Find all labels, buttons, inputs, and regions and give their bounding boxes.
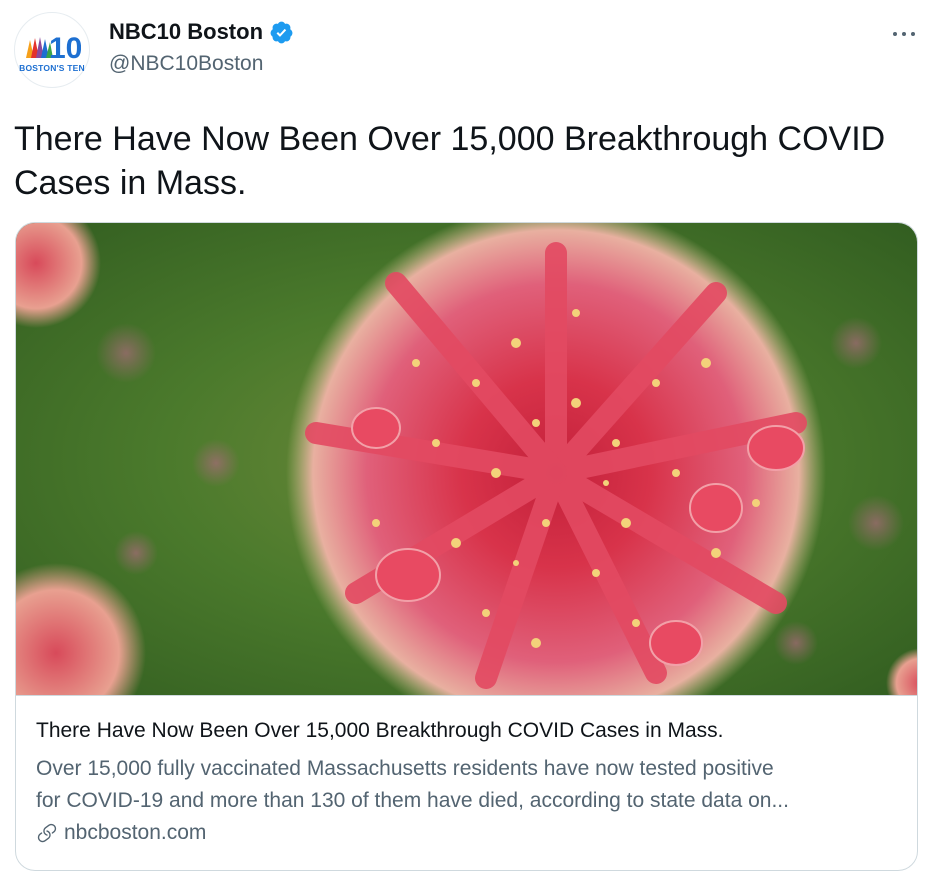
card-title: There Have Now Been Over 15,000 Breakthr… — [36, 719, 724, 742]
card-description: Over 15,000 fully vaccinated Massachuset… — [36, 753, 897, 817]
verified-badge-icon — [270, 21, 293, 43]
display-name[interactable]: NBC10 Boston — [109, 19, 263, 45]
dot — [893, 32, 897, 36]
card-image[interactable] — [16, 223, 917, 696]
logo-number: 10 — [49, 32, 81, 62]
avatar[interactable]: 10 BOSTON'S TEN — [14, 12, 90, 88]
link-card[interactable]: There Have Now Been Over 15,000 Breakthr… — [15, 222, 918, 871]
nbc-peacock-logo: 10 — [26, 32, 81, 62]
card-description-line: Over 15,000 fully vaccinated Massachuset… — [36, 757, 774, 780]
link-icon — [37, 823, 57, 843]
logo-caption: BOSTON'S TEN — [19, 62, 85, 73]
more-options-icon[interactable] — [893, 24, 915, 44]
card-domain-text: nbcboston.com — [64, 821, 207, 844]
card-domain[interactable]: nbcboston.com — [36, 821, 897, 845]
handle[interactable]: @NBC10Boston — [109, 52, 263, 76]
card-description-line: for COVID-19 and more than 130 of them h… — [36, 789, 789, 812]
card-body: There Have Now Been Over 15,000 Breakthr… — [36, 717, 897, 845]
author-name-row: NBC10 Boston — [109, 19, 294, 45]
tweet-text: There Have Now Been Over 15,000 Breakthr… — [14, 120, 886, 202]
dot — [911, 32, 915, 36]
coronavirus-illustration — [16, 223, 917, 695]
dot — [902, 32, 906, 36]
